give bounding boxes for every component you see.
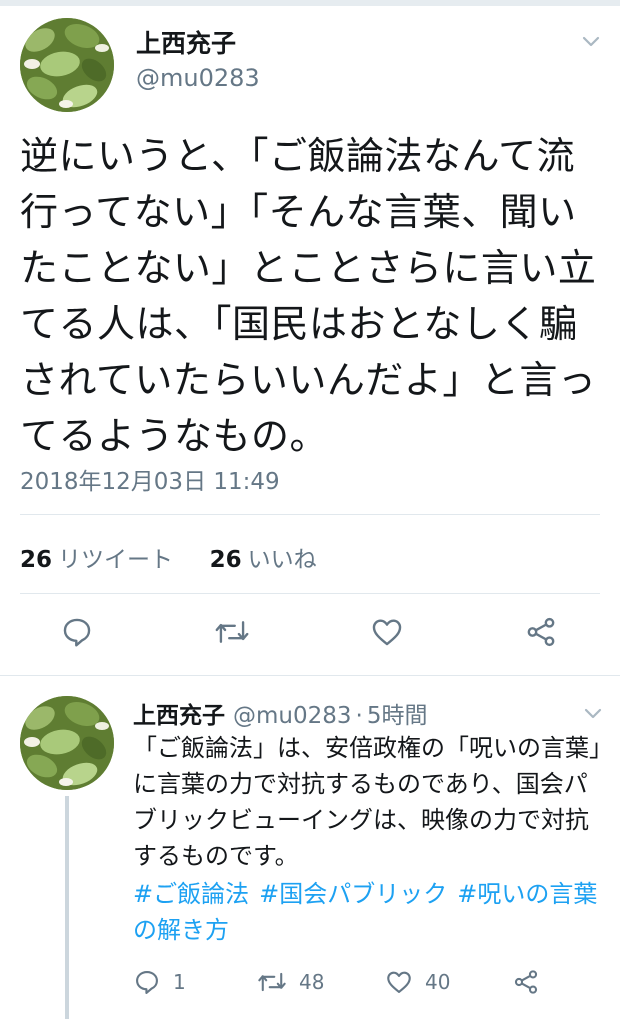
author-handle[interactable]: @mu0283	[136, 64, 260, 92]
likes-stat[interactable]: 26 いいね	[210, 547, 317, 573]
like-count: 26	[209, 547, 242, 573]
retweet-icon	[258, 972, 286, 992]
reply-count: 1	[173, 970, 186, 994]
reply-text: 「ご飯論法」は、安倍政権の「呪いの言葉」に言葉の力で対抗するものであり、国会パブ…	[133, 734, 601, 870]
retweet-button[interactable]	[214, 615, 250, 649]
hashtag-list: #ご飯論法 #国会パブリック #呪いの言葉の解き方	[133, 876, 603, 948]
chevron-down-icon[interactable]	[580, 30, 602, 52]
tweet-stats: 26 リツイート 26 いいね	[20, 540, 317, 574]
heart-icon	[372, 619, 402, 646]
like-button[interactable]: 40	[385, 968, 450, 996]
retweets-stat[interactable]: 26 リツイート	[20, 547, 180, 573]
avatar-leaves-image	[20, 18, 114, 112]
share-icon	[514, 970, 538, 994]
divider	[20, 514, 600, 515]
share-icon	[527, 617, 555, 647]
separator-dot: ·	[355, 703, 363, 729]
divider	[20, 593, 600, 594]
reply-icon	[63, 618, 91, 647]
reply-author-avatar[interactable]	[20, 696, 114, 790]
reply-time[interactable]: 5時間	[367, 703, 428, 729]
retweet-button[interactable]: 48	[257, 968, 324, 996]
like-label: いいね	[247, 547, 317, 573]
reply-author-name[interactable]: 上西充子	[133, 703, 225, 729]
reply-author-handle[interactable]: @mu0283	[233, 703, 352, 729]
retweet-count: 26	[20, 547, 53, 573]
thread-line	[65, 796, 69, 1019]
heart-icon	[387, 971, 411, 993]
retweet-label: リツイート	[58, 547, 174, 573]
chevron-down-icon[interactable]	[582, 702, 604, 724]
reply-icon	[136, 971, 158, 995]
retweet-icon	[215, 621, 249, 643]
hashtag-link[interactable]: #ご飯論法	[133, 880, 249, 908]
main-tweet: 上西充子 @mu0283 逆にいうと、「ご飯論法なんて流行ってない」「そんな言葉…	[0, 0, 620, 670]
avatar-leaves-image	[20, 696, 114, 790]
tweet-timestamp[interactable]: 2018年12月03日 11:49	[20, 462, 280, 496]
share-button[interactable]	[512, 968, 540, 996]
hashtag-link[interactable]: #国会パブリック	[259, 880, 447, 908]
retweet-count: 48	[299, 970, 325, 994]
divider	[0, 675, 620, 676]
tweet-text: 逆にいうと、「ご飯論法なんて流行ってない」「そんな言葉、聞いたことない」とことさ…	[20, 134, 597, 458]
reply-button[interactable]	[60, 615, 94, 649]
reply-button[interactable]: 1	[133, 968, 186, 996]
author-name[interactable]: 上西充子	[136, 24, 236, 60]
reply-header: 上西充子 @mu0283 · 5時間	[133, 696, 427, 730]
share-button[interactable]	[524, 615, 558, 649]
author-avatar[interactable]	[20, 18, 114, 112]
like-button[interactable]	[370, 615, 404, 649]
like-count: 40	[425, 970, 451, 994]
